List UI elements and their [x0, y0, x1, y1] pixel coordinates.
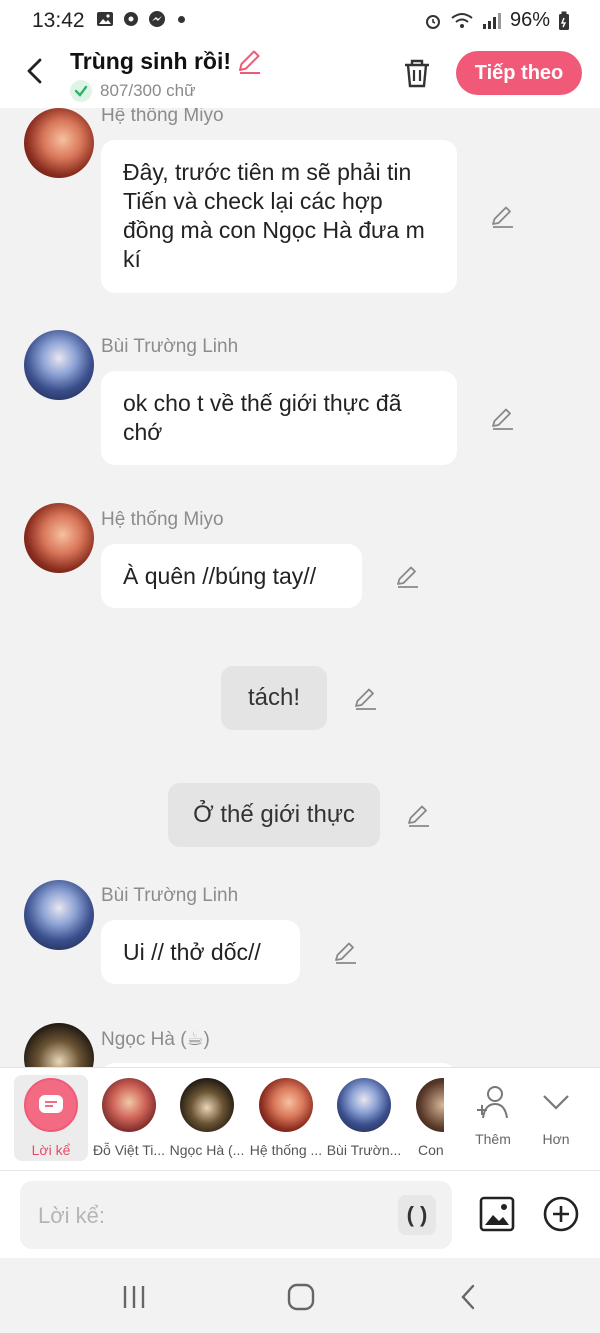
avatar-bui-truong-linh[interactable] [24, 330, 94, 400]
status-bar: 13:42 96% [0, 0, 600, 44]
add-plus-icon[interactable] [542, 1195, 580, 1233]
status-time: 13:42 [32, 9, 85, 32]
edit-narration-pencil-icon[interactable] [353, 686, 379, 712]
chevron-down-icon [543, 1095, 569, 1110]
edit-narration-pencil-icon[interactable] [406, 803, 432, 829]
character-label: Hệ thống ... [249, 1142, 323, 1158]
character-label: Con [418, 1142, 444, 1158]
character-avatar [180, 1078, 234, 1132]
character-bui-truong-linh[interactable]: Bùi Trườn... [326, 1076, 402, 1158]
character-label: Ngọc Hà (... [169, 1142, 245, 1158]
message-sender: Bùi Trường Linh [101, 336, 239, 357]
messenger-icon [149, 11, 165, 27]
recent-apps-icon[interactable] [119, 1282, 149, 1312]
wifi-icon [451, 12, 473, 28]
word-count: 807/300 chữ [70, 80, 196, 102]
gallery-icon [97, 12, 113, 26]
message-sender: Bùi Trường Linh [101, 885, 239, 906]
settings-gear-icon [124, 12, 138, 26]
message-sender: Ngọc Hà (☕) [101, 1029, 210, 1050]
avatar-he-thong-miyo[interactable] [24, 503, 94, 573]
system-navigation-bar [0, 1258, 600, 1333]
add-character-button[interactable]: Thêm [458, 1082, 528, 1147]
message-bubble[interactable]: À quên //búng tay// [101, 544, 362, 608]
edit-message-pencil-icon[interactable] [490, 204, 516, 230]
edit-message-pencil-icon[interactable] [490, 406, 516, 432]
story-title[interactable]: Trùng sinh rồi! [70, 48, 231, 75]
edit-message-pencil-icon[interactable] [333, 940, 359, 966]
character-he-thong-miyo[interactable]: Hệ thống ... [248, 1076, 324, 1158]
edit-title-pencil-icon[interactable] [236, 48, 264, 76]
character-ngoc-ha[interactable]: Ngọc Hà (... [169, 1076, 245, 1158]
character-con[interactable]: Con [404, 1076, 444, 1158]
avatar-bui-truong-linh[interactable] [24, 880, 94, 950]
chat-area[interactable]: Hệ thống Miyo Đây, trước tiên m sẽ phải … [0, 108, 600, 1067]
character-narrator[interactable]: Lời kể [13, 1076, 89, 1158]
message-bubble[interactable]: ok cho t về thế giới thực đã chớ [101, 371, 457, 465]
message-bubble[interactable]: Ui // thở dốc// [101, 920, 300, 984]
back-arrow-icon[interactable] [20, 56, 50, 86]
add-person-icon [477, 1086, 508, 1119]
word-count-text: 807/300 chữ [100, 81, 196, 100]
edit-message-pencil-icon[interactable] [395, 564, 421, 590]
message-bubble[interactable]: Đây, trước tiên m sẽ phải tin Tiến và ch… [101, 140, 457, 293]
status-notification-icons [96, 10, 185, 28]
alarm-icon [425, 14, 440, 29]
back-nav-icon[interactable] [454, 1282, 484, 1312]
trash-icon[interactable] [400, 56, 434, 90]
character-avatar [102, 1078, 156, 1132]
narration-bubble[interactable]: tách! [221, 666, 327, 730]
battery-percent: 96% [509, 9, 550, 31]
home-icon[interactable] [286, 1282, 316, 1312]
character-selector: Lời kể Đỗ Việt Ti... Ngọc Hà (... Hệ thố… [0, 1067, 600, 1170]
signal-icon [482, 12, 501, 29]
story-header: Trùng sinh rồi! 807/300 chữ Tiếp theo [0, 44, 600, 108]
add-character-label: Thêm [475, 1131, 511, 1147]
status-system-icons: 96% [424, 9, 570, 32]
battery-icon [559, 11, 569, 30]
character-label: Lời kể [31, 1142, 71, 1158]
check-icon [70, 80, 92, 102]
character-avatar [416, 1078, 444, 1132]
notification-dot-icon [178, 15, 185, 23]
more-characters-label: Hơn [542, 1131, 570, 1147]
narration-bubble[interactable]: Ở thế giới thực [168, 783, 380, 847]
character-label: Đỗ Việt Ti... [92, 1142, 166, 1158]
character-avatar [259, 1078, 313, 1132]
image-icon[interactable] [478, 1195, 516, 1233]
parentheses-button[interactable]: ( ) [398, 1195, 436, 1235]
more-characters-button[interactable]: Hơn [521, 1082, 591, 1147]
input-bar: Lời kể: ( ) [0, 1170, 600, 1258]
narration-input[interactable]: Lời kể: ( ) [20, 1181, 452, 1249]
character-label: Bùi Trườn... [326, 1142, 402, 1158]
avatar-he-thong-miyo[interactable] [24, 108, 94, 178]
input-placeholder: Lời kể: [38, 1203, 106, 1228]
message-sender: Hệ thống Miyo [101, 108, 224, 126]
next-button[interactable]: Tiếp theo [456, 51, 582, 95]
avatar-ngoc-ha[interactable] [24, 1023, 94, 1067]
character-avatar [337, 1078, 391, 1132]
message-sender: Hệ thống Miyo [101, 509, 224, 530]
character-do-viet-tien[interactable]: Đỗ Việt Ti... [91, 1076, 167, 1158]
narrator-icon [24, 1078, 78, 1132]
